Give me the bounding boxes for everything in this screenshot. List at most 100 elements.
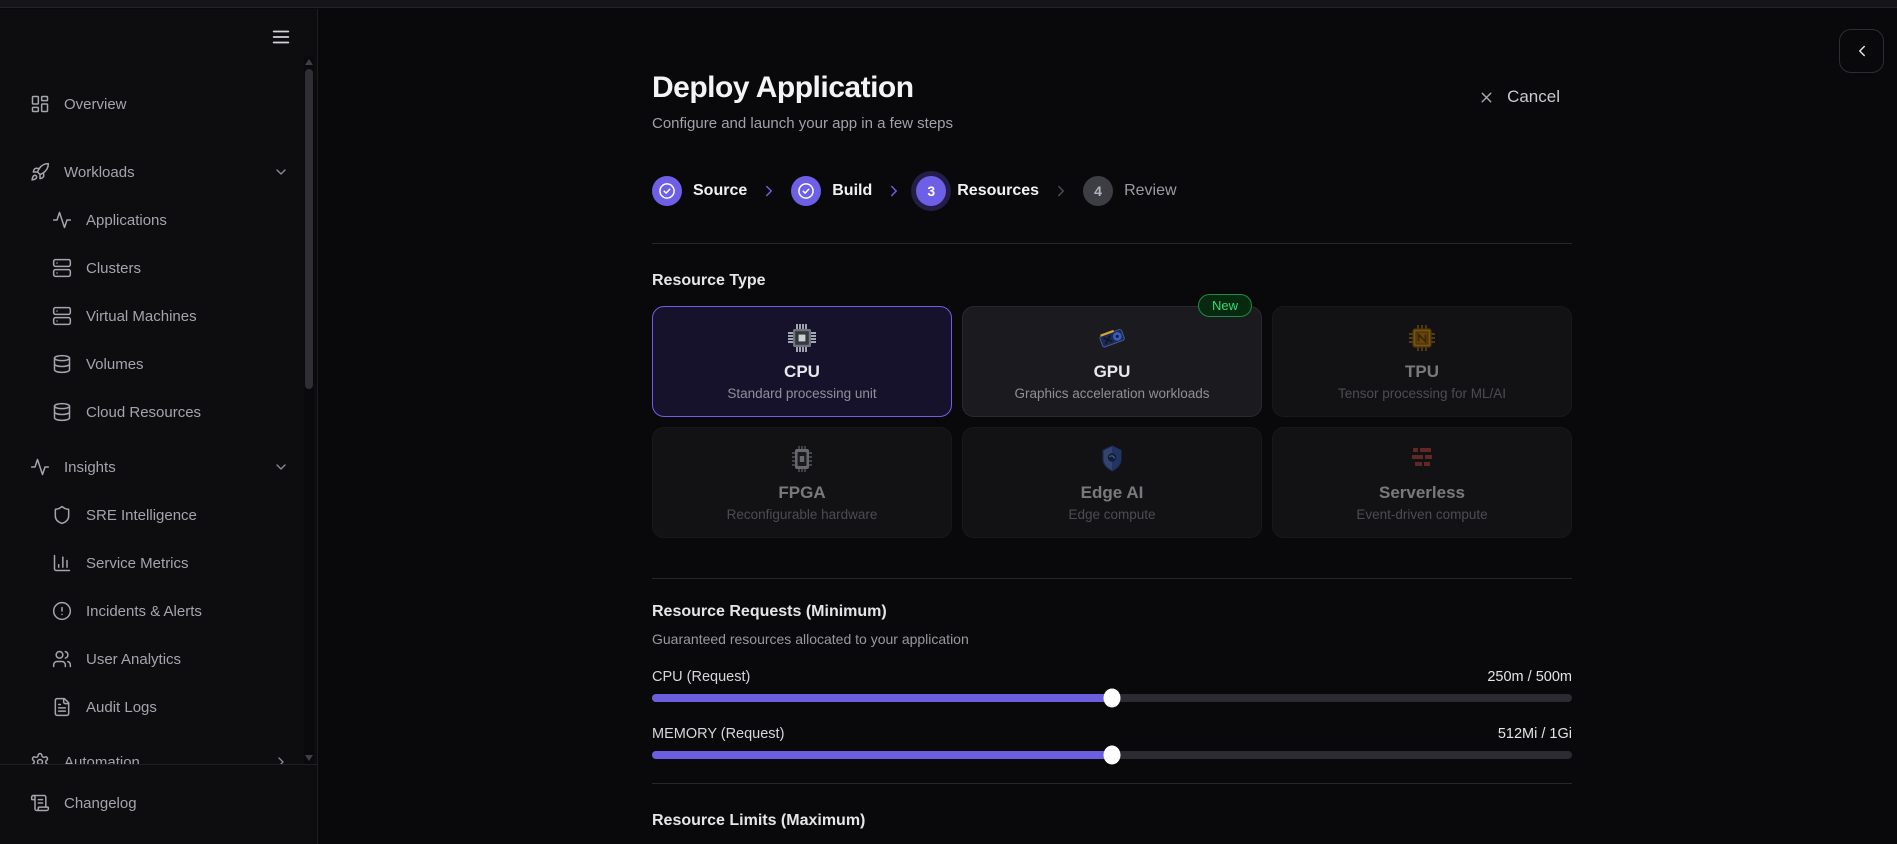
sidebar-item-label: Workloads (64, 164, 135, 181)
resource-card-gpu[interactable]: New GPU Graphics acceleration workloads (962, 306, 1262, 417)
slider-fill (652, 751, 1112, 759)
card-desc: Standard processing unit (727, 386, 876, 401)
activity-icon (30, 457, 50, 477)
cancel-button[interactable]: Cancel (1478, 87, 1560, 107)
resource-card-cpu[interactable]: CPU Standard processing unit (652, 306, 952, 417)
bar-chart-icon (52, 553, 72, 573)
chevron-down-icon (273, 164, 289, 180)
sidebar-item-label: Audit Logs (86, 699, 157, 716)
new-badge: New (1198, 294, 1252, 317)
cpu-request-group: CPU (Request) 250m / 500m (652, 669, 1572, 702)
card-title: TPU (1405, 362, 1439, 382)
step-build[interactable]: Build (791, 176, 872, 206)
scrollbar-up-arrow[interactable] (305, 59, 313, 65)
dashboard-grid-icon (30, 94, 50, 114)
sidebar-item-label: Service Metrics (86, 555, 189, 572)
rocket-icon (30, 162, 50, 182)
step-source[interactable]: Source (652, 176, 747, 206)
edge-ai-shield-icon (1096, 443, 1128, 475)
sidebar-scrollbar[interactable] (304, 56, 314, 764)
scrollbar-down-arrow[interactable] (305, 755, 313, 761)
chevron-down-icon (273, 459, 289, 475)
sidebar-item-cloud-resources[interactable]: Cloud Resources (0, 392, 303, 432)
sidebar-item-label: Cloud Resources (86, 404, 201, 421)
scrollbar-thumb[interactable] (305, 69, 313, 389)
resource-limits-heading: Resource Limits (Maximum) (652, 812, 1572, 830)
slider-fill (652, 694, 1112, 702)
sidebar-item-applications[interactable]: Applications (0, 200, 303, 240)
sidebar-item-virtual-machines[interactable]: Virtual Machines (0, 296, 303, 336)
sidebar-item-clusters[interactable]: Clusters (0, 248, 303, 288)
fpga-chip-icon (786, 443, 818, 475)
divider (652, 783, 1572, 784)
cancel-label: Cancel (1507, 87, 1560, 107)
page-title: Deploy Application (652, 71, 1572, 105)
close-icon (1478, 89, 1495, 106)
step-label: Resources (957, 182, 1039, 200)
sidebar-item-service-metrics[interactable]: Service Metrics (0, 543, 303, 583)
resource-requests-heading: Resource Requests (Minimum) (652, 603, 1572, 621)
sidebar-item-label: Virtual Machines (86, 308, 197, 325)
sidebar-item-volumes[interactable]: Volumes (0, 344, 303, 384)
memory-request-slider[interactable] (652, 751, 1572, 759)
server-icon (52, 306, 72, 326)
resource-card-edge-ai[interactable]: Edge AI Edge compute (962, 427, 1262, 538)
sidebar-footer: Changelog (0, 764, 317, 844)
page-subtitle: Configure and launch your app in a few s… (652, 115, 1572, 132)
slider-thumb[interactable] (1104, 746, 1121, 765)
sidebar-item-workloads[interactable]: Workloads (0, 152, 303, 192)
chevron-left-icon (1853, 42, 1871, 60)
sidebar-item-label: Changelog (64, 795, 137, 812)
wizard-stepper: Source Build 3 Resources 4 (652, 176, 1572, 206)
sidebar-item-label: Incidents & Alerts (86, 603, 202, 620)
divider (652, 578, 1572, 579)
card-title: FPGA (778, 483, 825, 503)
resource-card-serverless[interactable]: Serverless Event-driven compute (1272, 427, 1572, 538)
users-icon (52, 649, 72, 669)
collapse-panel-button[interactable] (1839, 29, 1884, 73)
step-number: 3 (916, 176, 946, 206)
card-title: CPU (784, 362, 820, 382)
card-desc: Reconfigurable hardware (727, 507, 878, 522)
resource-requests-subtitle: Guaranteed resources allocated to your a… (652, 631, 1572, 647)
cpu-request-slider[interactable] (652, 694, 1572, 702)
memory-request-value: 512Mi / 1Gi (1498, 726, 1572, 742)
sidebar-nav: Overview Workloads Applications Clusters (0, 9, 303, 782)
file-text-icon (52, 697, 72, 717)
shield-icon (52, 505, 72, 525)
sidebar-item-sre-intelligence[interactable]: SRE Intelligence (0, 495, 303, 535)
sidebar-item-incidents-alerts[interactable]: Incidents & Alerts (0, 591, 303, 631)
resource-type-heading: Resource Type (652, 272, 1572, 290)
activity-icon (52, 210, 72, 230)
sidebar-item-audit-logs[interactable]: Audit Logs (0, 687, 303, 727)
sidebar-item-label: Insights (64, 459, 116, 476)
main-panel: Cancel Deploy Application Configure and … (319, 9, 1897, 844)
step-resources[interactable]: 3 Resources (916, 176, 1039, 206)
sidebar-item-user-analytics[interactable]: User Analytics (0, 639, 303, 679)
sidebar-item-overview[interactable]: Overview (0, 84, 303, 124)
slider-thumb[interactable] (1104, 689, 1121, 708)
database-icon (52, 402, 72, 422)
deploy-wizard: Deploy Application Configure and launch … (652, 9, 1572, 830)
sidebar-item-changelog[interactable]: Changelog (0, 783, 317, 823)
sidebar: Overview Workloads Applications Clusters (0, 9, 318, 844)
cpu-chip-icon (786, 322, 818, 354)
top-bar (0, 0, 1897, 8)
resource-card-fpga[interactable]: FPGA Reconfigurable hardware (652, 427, 952, 538)
chevron-right-icon (760, 182, 778, 200)
gpu-card-icon (1096, 322, 1128, 354)
serverless-bars-icon (1406, 443, 1438, 475)
sidebar-item-insights[interactable]: Insights (0, 447, 303, 487)
sidebar-item-label: Applications (86, 212, 167, 229)
card-desc: Event-driven compute (1356, 507, 1487, 522)
resource-card-tpu[interactable]: TPU Tensor processing for ML/AI (1272, 306, 1572, 417)
divider (652, 243, 1572, 244)
tpu-chip-icon (1406, 322, 1438, 354)
alert-circle-icon (52, 601, 72, 621)
memory-request-label: MEMORY (Request) (652, 726, 784, 742)
cpu-request-label: CPU (Request) (652, 669, 750, 685)
step-review[interactable]: 4 Review (1083, 176, 1176, 206)
cpu-request-value: 250m / 500m (1487, 669, 1572, 685)
step-label: Review (1124, 182, 1176, 200)
resource-type-cards: CPU Standard processing unit New (652, 306, 1572, 538)
